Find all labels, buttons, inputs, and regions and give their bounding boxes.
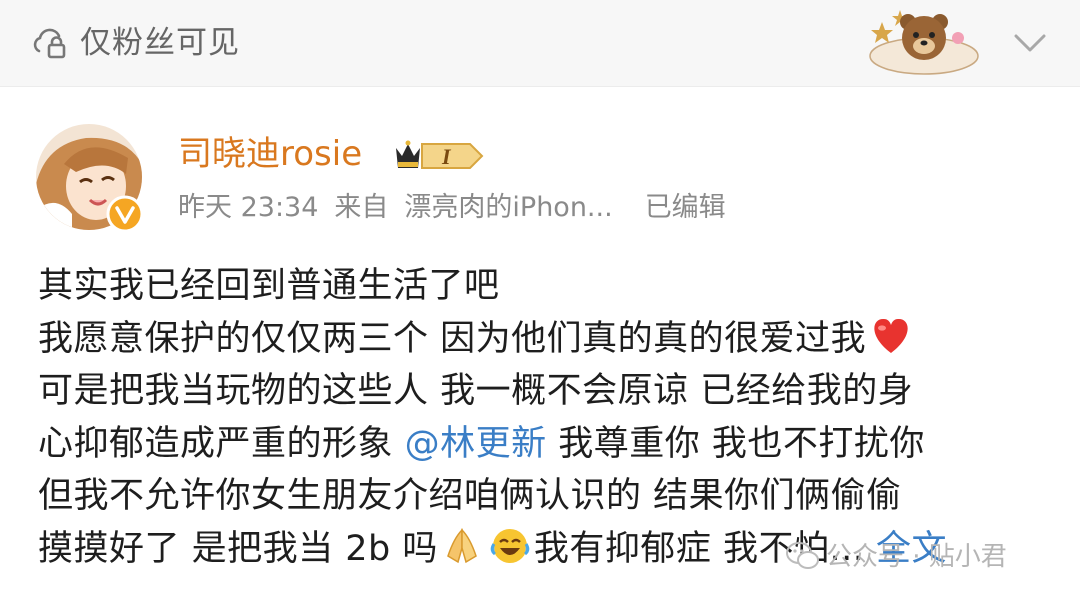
member-crown-icon[interactable]: I	[394, 138, 486, 174]
chevron-down-icon[interactable]	[1012, 28, 1048, 56]
post-line-text: 摸摸好了 是把我当 2b 吗	[38, 528, 438, 569]
username[interactable]: 司晓迪rosie	[178, 131, 362, 177]
praying-hands-icon	[446, 528, 477, 564]
post-line: 但我不允许你女生朋友介绍咱俩认识的 结果你们俩偷偷	[38, 476, 902, 517]
watermark-text: 公众号 · 贴小君	[826, 542, 1007, 572]
source-device: 漂亮肉的iPhon...	[404, 192, 613, 223]
post-line: 心抑郁造成严重的形象 @林更新 我尊重你 我也不打扰你	[38, 418, 1068, 471]
post-line: 其实我已经回到普通生活了吧	[38, 266, 500, 306]
post-line-text: 心抑郁造成严重的形象	[38, 423, 405, 464]
wechat-icon	[786, 542, 819, 569]
red-heart-icon	[874, 318, 908, 353]
verified-badge-icon	[106, 195, 144, 233]
source-prefix: 来自	[334, 192, 389, 223]
watermark: 公众号 · 贴小君	[786, 540, 1007, 574]
post-visibility-bar: 仅粉丝可见	[0, 0, 1080, 87]
post-meta: 昨天 23:34 来自 漂亮肉的iPhon... 已编辑	[178, 188, 742, 228]
post-line: 我愿意保护的仅仅两三个 因为他们真的真的很爱过我	[38, 313, 1068, 366]
post-line: 可是把我当玩物的这些人 我一概不会原谅 已经给我的身	[38, 371, 914, 412]
laughing-crying-icon	[490, 528, 530, 563]
lock-cloud-icon	[33, 28, 66, 59]
post-body: 其实我已经回到普通生活了吧 我愿意保护的仅仅两三个 因为他们真的真的很爱过我 可…	[38, 260, 1068, 576]
visibility-label: 仅粉丝可见	[80, 25, 240, 61]
post-line-text: 我尊重你 我也不打扰你	[546, 423, 925, 464]
post-time: 昨天 23:34	[178, 192, 319, 223]
bear-badge-decoration	[869, 10, 979, 75]
member-level: I	[441, 144, 452, 169]
edited-label[interactable]: 已编辑	[645, 192, 726, 223]
post-line-text: 我愿意保护的仅仅两三个 因为他们真的真的很爱过我	[38, 318, 867, 359]
mention-link[interactable]: @林更新	[405, 424, 547, 464]
post-source[interactable]: 来自 漂亮肉的iPhon...	[334, 192, 628, 223]
